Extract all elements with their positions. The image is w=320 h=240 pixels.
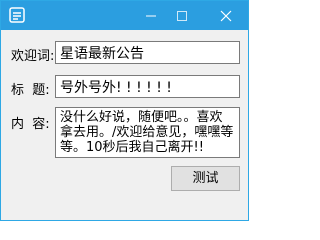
title-bar[interactable] [1,1,248,30]
title-label: 标 题: [11,83,50,98]
app-window: 欢迎词: 星语最新公告 标 题: 号外号外! ! ! ! ! ! 内 容: 没什… [0,0,249,221]
maximize-icon[interactable] [167,1,197,30]
close-icon[interactable] [211,1,241,30]
content-label: 内 容: [11,117,50,132]
welcome-label: 欢迎词: [11,49,55,64]
app-icon [9,7,25,23]
content-textarea[interactable]: 没什么好说，随便吧。。喜欢拿去用。/欢迎给意见，嘿嘿等等。10秒后我自己离开!! [55,107,240,158]
test-button[interactable]: 测试 [171,166,240,191]
welcome-input[interactable]: 星语最新公告 [55,41,240,64]
minimize-icon[interactable] [136,1,166,30]
title-input[interactable]: 号外号外! ! ! ! ! ! [55,75,240,98]
